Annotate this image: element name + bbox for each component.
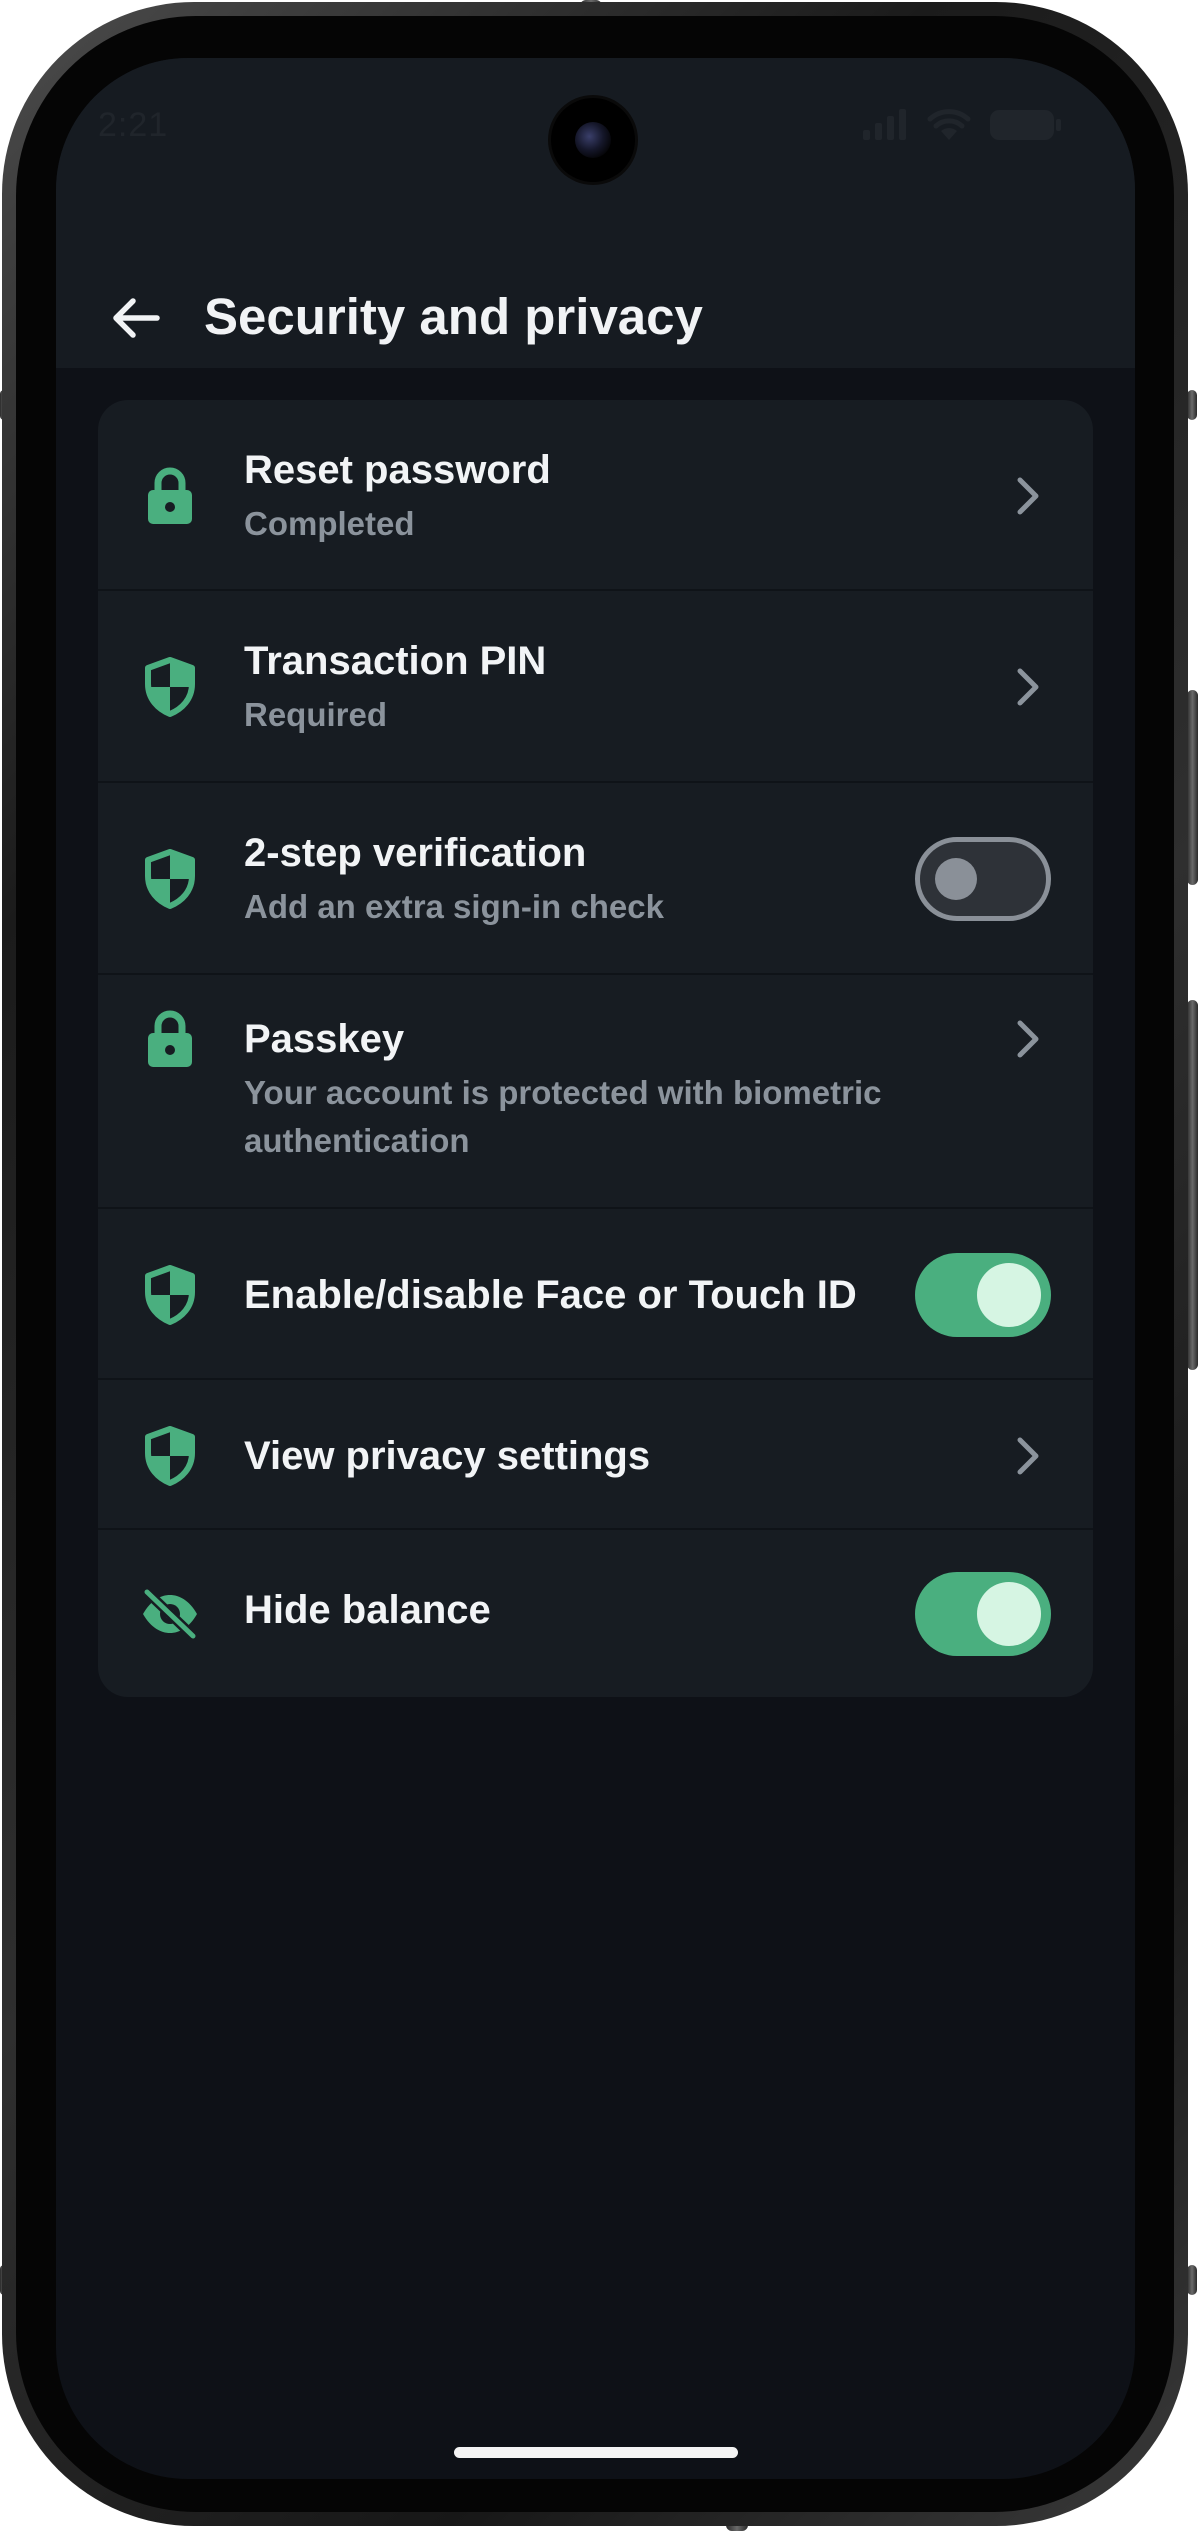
row-subtitle: Required [244, 696, 388, 733]
row-text: Transaction PIN Required [244, 635, 923, 739]
hide-balance-toggle[interactable] [915, 1572, 1051, 1656]
lock-icon [142, 466, 198, 526]
privacy-settings-row[interactable]: View privacy settings [98, 1380, 1093, 1530]
page-title: Security and privacy [204, 288, 703, 345]
device: 2:21 Security and privacy Reset password… [0, 0, 1198, 2531]
front-camera [551, 98, 635, 182]
status-time: 2:21 [98, 106, 169, 144]
screen: 2:21 Security and privacy Reset password… [56, 58, 1135, 2479]
reset-password-row[interactable]: Reset password Completed [98, 400, 1093, 591]
shield-icon [142, 1265, 198, 1325]
status-icons [861, 108, 1063, 147]
settings-card: Reset password Completed Transaction PIN… [98, 400, 1093, 1697]
app-header: 2:21 Security and privacy [56, 58, 1135, 368]
row-text: Reset password Completed [244, 444, 923, 548]
back-button[interactable] [96, 278, 176, 358]
arrow-left-icon [113, 298, 160, 338]
two-step-verification-toggle[interactable] [915, 837, 1051, 921]
lock-icon [142, 1009, 198, 1069]
toggle-knob [977, 1263, 1041, 1327]
row-text: Hide balance [244, 1584, 923, 1636]
row-subtitle: Add an extra sign-in check [244, 888, 664, 925]
shield-icon [142, 657, 198, 717]
row-title: 2-step verification [244, 831, 587, 875]
chevron-right-icon [1013, 1434, 1043, 1478]
row-subtitle: Your account is protected with biometric… [244, 1074, 882, 1159]
row-title: Passkey [244, 1017, 405, 1061]
transaction-pin-row[interactable]: Transaction PIN Required [98, 591, 1093, 783]
home-indicator[interactable] [454, 2447, 738, 2458]
shield-icon [142, 849, 198, 909]
right-button-bottom [1187, 2265, 1197, 2295]
wifi-icon [927, 108, 971, 147]
two-step-verification-row: 2-step verification Add an extra sign-in… [98, 783, 1093, 975]
chevron-right-icon [1013, 665, 1043, 709]
chevron-right-icon [1013, 1017, 1043, 1061]
shield-icon [142, 1426, 198, 1486]
row-text: 2-step verification Add an extra sign-in… [244, 827, 923, 931]
row-title: Enable/disable Face or Touch ID [244, 1273, 857, 1317]
power-button[interactable] [1187, 1000, 1198, 1370]
toggle-knob [977, 1582, 1041, 1646]
row-title: Reset password [244, 448, 551, 492]
toggle-knob [935, 858, 977, 900]
camera-lens [575, 122, 611, 158]
row-text: Passkey Your account is protected with b… [244, 1013, 923, 1165]
hide-balance-row: Hide balance [98, 1530, 1093, 1697]
chevron-right-icon [1013, 474, 1043, 518]
row-title: View privacy settings [244, 1434, 651, 1478]
row-text: Enable/disable Face or Touch ID [244, 1269, 923, 1321]
face-touch-id-toggle[interactable] [915, 1253, 1051, 1337]
row-text: View privacy settings [244, 1430, 923, 1482]
battery-icon [989, 108, 1063, 147]
eye-off-icon [138, 1584, 202, 1644]
passkey-row[interactable]: Passkey Your account is protected with b… [98, 975, 1093, 1209]
row-title: Transaction PIN [244, 639, 547, 683]
face-touch-id-row: Enable/disable Face or Touch ID [98, 1209, 1093, 1380]
signal-icon [861, 108, 909, 147]
volume-button[interactable] [1187, 690, 1198, 885]
right-button-top [1187, 390, 1197, 420]
row-title: Hide balance [244, 1588, 491, 1632]
row-subtitle: Completed [244, 505, 415, 542]
